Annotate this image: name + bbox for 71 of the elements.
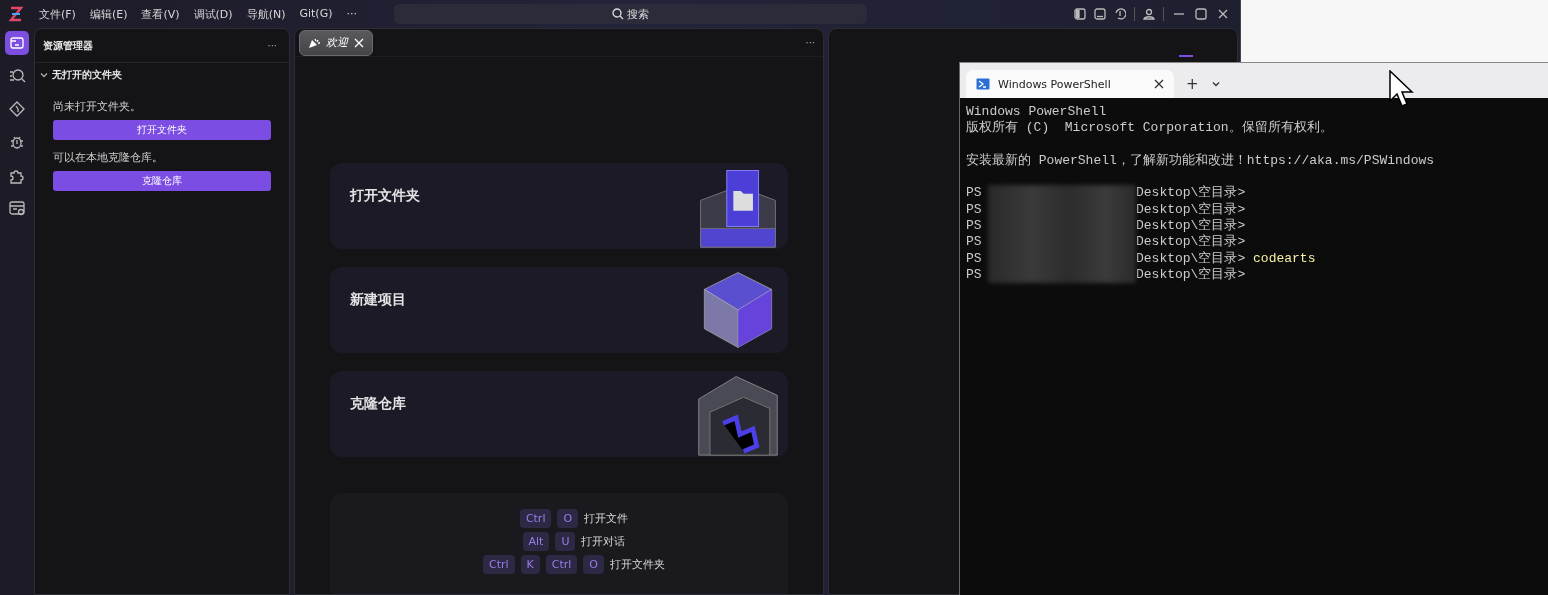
chevron-icon[interactable] — [39, 70, 49, 80]
prompt-path: Desktop\空目录> — [1136, 201, 1246, 217]
activity-bar-button[interactable] — [5, 31, 29, 55]
section-title[interactable]: 无打开的文件夹 — [52, 68, 122, 82]
shortcut-label: 打开文件 — [584, 511, 629, 526]
prompt-prefix: PS — [966, 250, 983, 267]
shortcut-key: Alt — [522, 532, 550, 551]
prompt-prefix: PS — [966, 185, 983, 202]
shortcut-label: 打开对话 — [581, 534, 626, 549]
history-icon[interactable] — [1114, 8, 1126, 20]
terminal-tab[interactable]: Windows PowerShell — [966, 70, 1174, 98]
console-line: 版权所有 (C) Microsoft Corporation。保留所有权利。 — [966, 120, 1334, 137]
action-card[interactable]: 克隆仓库 — [330, 371, 788, 457]
console-line: Windows PowerShell — [966, 104, 1108, 120]
shortcut-key: Ctrl — [545, 555, 578, 574]
menu-item[interactable]: Git(G) — [292, 6, 340, 22]
card-title: 新建项目 — [350, 291, 406, 309]
card-title: 克隆仓库 — [350, 395, 406, 413]
new-tab-button[interactable]: + — [1178, 74, 1207, 93]
card-title: 打开文件夹 — [350, 187, 420, 205]
panel-toggle-icon[interactable] — [1094, 8, 1106, 20]
app-logo-icon — [8, 6, 24, 22]
window-icon — [8, 199, 26, 217]
info-text: 尚未打开文件夹。 — [53, 99, 142, 114]
shortcut-label: 打开文件夹 — [610, 557, 665, 572]
action-button[interactable]: 打开文件夹 — [53, 120, 271, 140]
more-actions-button[interactable]: ··· — [267, 40, 277, 51]
prompt-path: Desktop\空目录> — [1136, 266, 1246, 282]
account-icon[interactable] — [1143, 8, 1155, 20]
diamond-icon — [8, 100, 26, 118]
action-card[interactable]: 打开文件夹 — [330, 163, 788, 249]
command-text: codearts — [1253, 250, 1316, 266]
menu-item[interactable]: 查看(V) — [134, 6, 187, 22]
shortcut-key: K — [520, 555, 540, 574]
more-actions-button[interactable]: ··· — [805, 37, 815, 48]
active-indicator — [1179, 55, 1193, 57]
menu-item[interactable]: 导航(N) — [239, 6, 293, 22]
party-popper-icon — [308, 36, 320, 49]
close-icon[interactable] — [1154, 79, 1164, 89]
search-icon — [8, 67, 26, 85]
shortcut-key: Ctrl — [519, 509, 552, 528]
prompt-prefix: PS — [966, 234, 983, 251]
shortcut-key: O — [557, 509, 579, 528]
panel-title: 资源管理器 — [43, 38, 93, 53]
terminal-prompt-icon — [976, 78, 990, 90]
action-button[interactable]: 克隆仓库 — [53, 171, 271, 191]
prompt-prefix: PS — [966, 201, 983, 219]
prompt-prefix: PS — [966, 266, 983, 284]
close-icon[interactable] — [1216, 7, 1230, 21]
prompt-path: Desktop\空目录> — [1136, 218, 1246, 234]
shortcut-key: U — [555, 532, 576, 551]
prompt-prefix: PS — [966, 218, 983, 235]
maximize-icon[interactable] — [1194, 7, 1208, 21]
action-card[interactable]: 新建项目 — [330, 267, 788, 353]
shortcut-key: O — [583, 555, 604, 574]
menu-item[interactable]: ··· — [339, 6, 364, 22]
search-icon — [611, 8, 624, 20]
shortcut-key: Ctrl — [482, 555, 515, 574]
menu-item[interactable]: 调试(D) — [186, 6, 240, 22]
menu-item[interactable]: 编辑(E) — [82, 6, 135, 22]
sidebar-toggle-icon[interactable] — [1074, 8, 1086, 20]
search-field[interactable]: 搜索 — [393, 4, 867, 24]
files-icon — [8, 34, 26, 52]
prompt-path: Desktop\空目录> — [1136, 250, 1246, 266]
prompt-path: Desktop\空目录> — [1136, 234, 1246, 250]
mouse-pointer-icon — [1389, 70, 1415, 108]
prompt-path: Desktop\空目录> — [1136, 185, 1246, 201]
menu-item[interactable]: 文件(F) — [32, 6, 83, 22]
console-line: 安装最新的 PowerShell，了解新功能和改进！https://aka.ms/PSWindows — [966, 152, 1436, 170]
info-text: 可以在本地克隆仓库。 — [53, 150, 164, 165]
editor-tab[interactable]: 欢迎 — [299, 29, 373, 56]
